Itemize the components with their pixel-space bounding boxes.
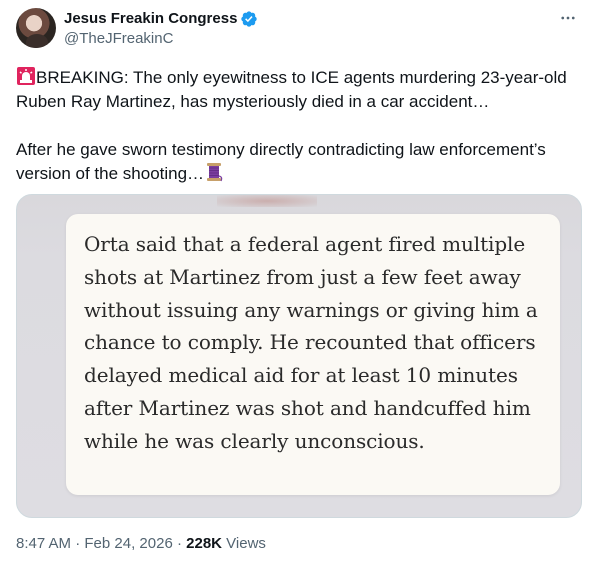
quote-text: Orta said that a federal agent fired mul…: [84, 232, 538, 453]
meta-separator: ·: [176, 535, 182, 552]
tweet-paragraph-1: BREAKING: The only eyewitness to ICE age…: [16, 66, 582, 114]
thread-spool-icon: [204, 162, 224, 182]
media-background: [217, 195, 317, 207]
tweet-container: Jesus Freakin Congress @TheJFreakinC BRE…: [0, 0, 594, 565]
views-label: Views: [226, 535, 266, 552]
tweet-text: BREAKING: The only eyewitness to ICE age…: [16, 66, 582, 186]
tweet-paragraph-2-text: After he gave sworn testimony directly c…: [16, 140, 546, 183]
tweet-timestamp[interactable]: 8:47 AM · Feb 24, 2026: [16, 535, 173, 552]
tweet-paragraph-2: After he gave sworn testimony directly c…: [16, 138, 582, 186]
tweet-paragraph-1-text: BREAKING: The only eyewitness to ICE age…: [16, 68, 567, 111]
author-handle[interactable]: @TheJFreakinC: [64, 29, 173, 49]
rotating-light-icon: [16, 66, 36, 86]
tweet-media-image[interactable]: Orta said that a federal agent fired mul…: [16, 194, 582, 518]
tweet-meta: 8:47 AM · Feb 24, 2026 · 228K Views: [16, 534, 266, 554]
views-count[interactable]: 228K: [186, 535, 222, 552]
meta-separator: ·: [75, 535, 81, 552]
author-name-row[interactable]: Jesus Freakin Congress: [64, 9, 258, 29]
verified-badge-icon[interactable]: [240, 10, 258, 28]
tweet-time: 8:47 AM: [16, 535, 72, 552]
avatar[interactable]: [16, 8, 56, 48]
tweet-date: Feb 24, 2026: [84, 535, 173, 552]
more-options-icon[interactable]: [558, 8, 578, 28]
quote-card: Orta said that a federal agent fired mul…: [66, 214, 560, 495]
author-name[interactable]: Jesus Freakin Congress: [64, 9, 237, 29]
